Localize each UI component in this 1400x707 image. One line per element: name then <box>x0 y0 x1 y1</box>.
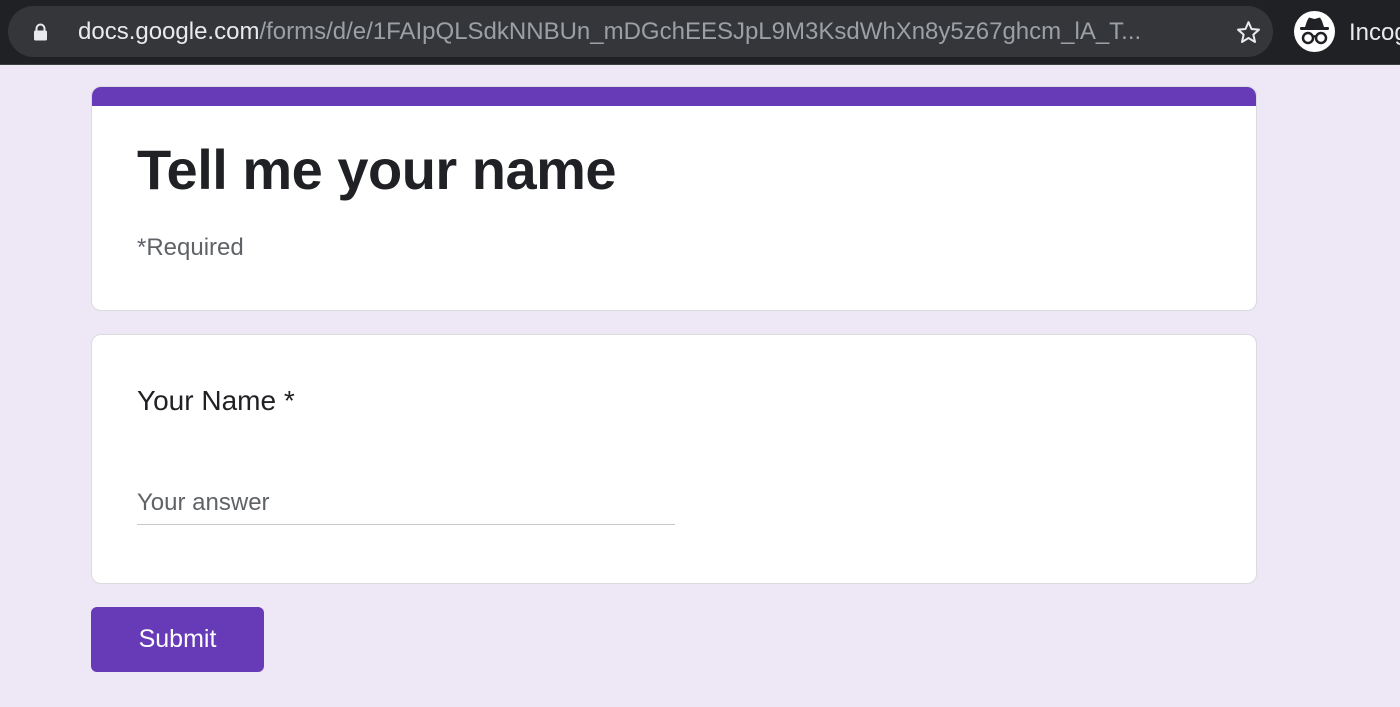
browser-toolbar: docs.google.com/forms/d/e/1FAIpQLSdkNNBU… <box>0 0 1400 65</box>
address-bar[interactable]: docs.google.com/forms/d/e/1FAIpQLSdkNNBU… <box>8 6 1273 57</box>
form-title: Tell me your name <box>137 138 617 201</box>
submit-button[interactable]: Submit <box>91 607 264 672</box>
url-text[interactable]: docs.google.com/forms/d/e/1FAIpQLSdkNNBU… <box>78 6 1208 57</box>
question-label: Your Name * <box>137 385 295 416</box>
incognito-icon <box>1300 17 1329 45</box>
accent-bar <box>92 87 1256 106</box>
name-answer-input[interactable] <box>137 481 675 525</box>
star-icon[interactable] <box>1235 19 1262 46</box>
url-path: /forms/d/e/1FAIpQLSdkNNBUn_mDGchEESJpL9M… <box>259 18 1142 45</box>
form-header-card: Tell me your name *Required <box>91 86 1257 311</box>
incognito-avatar[interactable] <box>1294 11 1335 52</box>
required-note: *Required <box>137 234 244 261</box>
incognito-label[interactable]: Incog <box>1349 0 1400 65</box>
question-card: Your Name * <box>91 334 1257 584</box>
url-host: docs.google.com <box>78 18 260 45</box>
lock-icon[interactable] <box>33 23 48 41</box>
